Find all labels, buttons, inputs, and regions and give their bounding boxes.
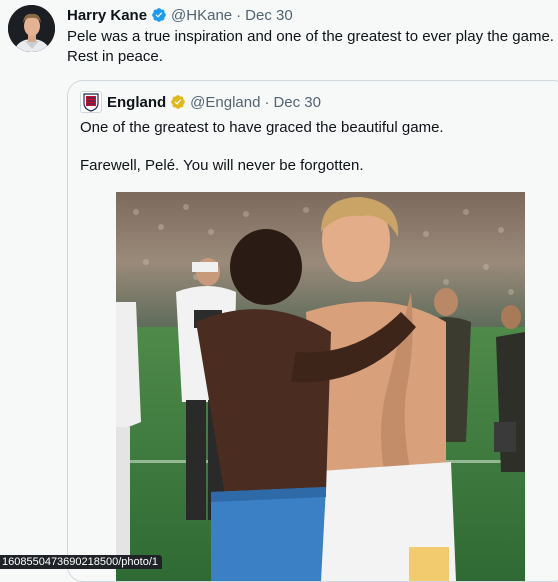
quoted-tweet-photo[interactable] xyxy=(116,192,525,581)
tweet-date[interactable]: Dec 30 xyxy=(245,7,293,24)
author-handle[interactable]: @HKane xyxy=(171,7,232,24)
england-crest-avatar[interactable] xyxy=(80,91,102,113)
verified-gold-badge-icon xyxy=(170,94,186,110)
tweet[interactable]: Harry Kane @HKane · Dec 30 Pele was a tr… xyxy=(0,0,558,582)
quoted-tweet-text: One of the greatest to have graced the b… xyxy=(80,118,550,176)
avatar[interactable] xyxy=(8,5,55,52)
quoted-tweet-date[interactable]: Dec 30 xyxy=(273,94,321,111)
quoted-author-name[interactable]: England xyxy=(107,94,166,111)
author-name[interactable]: Harry Kane xyxy=(67,7,147,24)
tweet-text: Pele was a true inspiration and one of t… xyxy=(67,28,554,65)
status-bar-url: 1608550473690218500/photo/1 xyxy=(0,555,162,569)
separator-dot: · xyxy=(236,6,242,24)
quoted-text-line-2: Farewell, Pelé. You will never be forgot… xyxy=(80,157,364,174)
quoted-tweet[interactable]: England @England · Dec 30 One of the gre… xyxy=(67,80,558,582)
separator-dot: · xyxy=(264,93,270,111)
quoted-author-handle[interactable]: @England xyxy=(190,94,260,111)
tweet-header: Harry Kane @HKane · Dec 30 xyxy=(67,5,293,25)
quoted-text-line-1: One of the greatest to have graced the b… xyxy=(80,119,444,136)
verified-badge-icon xyxy=(151,7,167,23)
quoted-tweet-header: England @England · Dec 30 xyxy=(80,91,321,113)
